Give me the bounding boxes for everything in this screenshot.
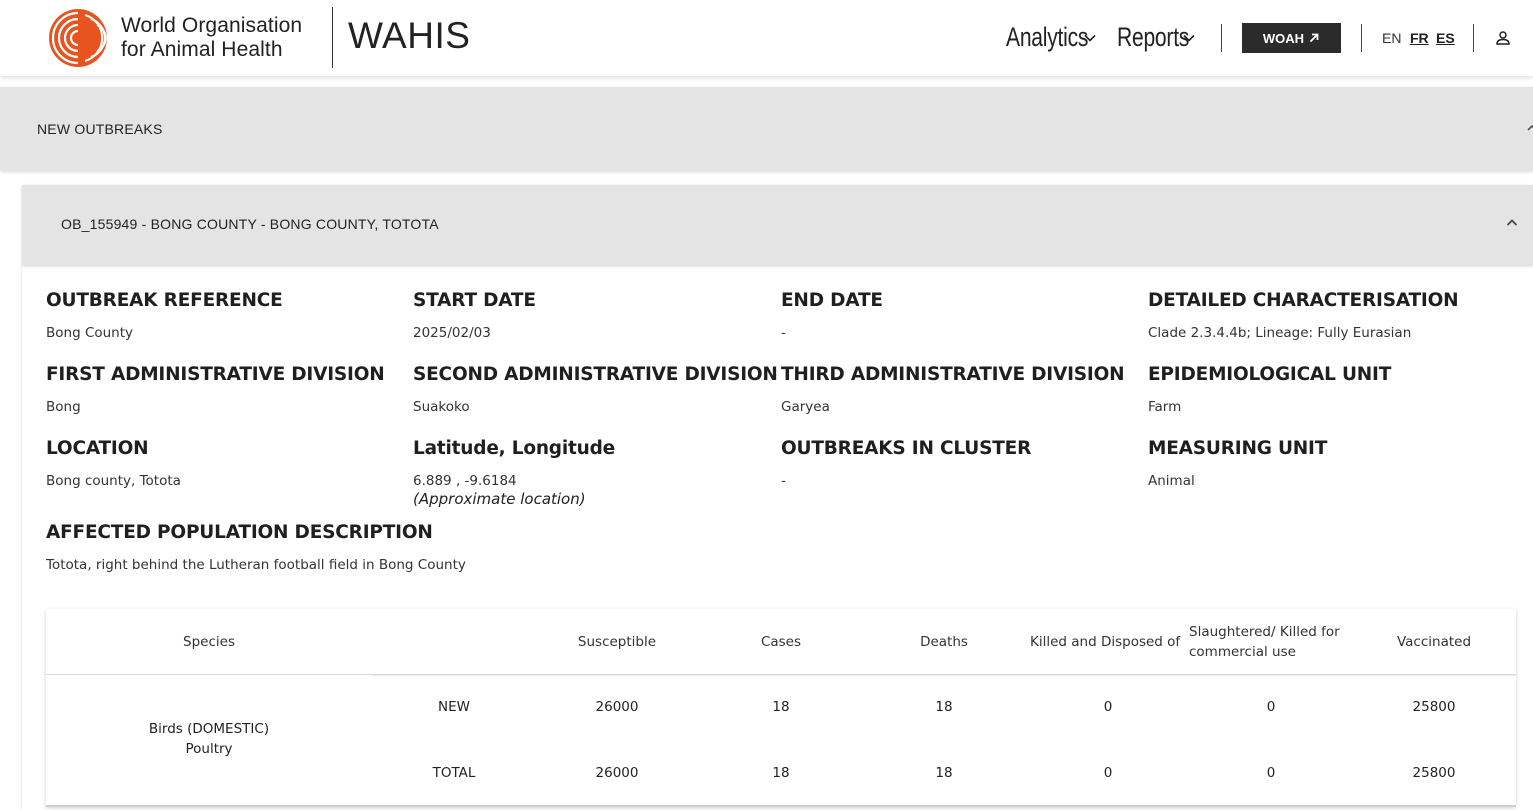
cell-deaths: 18: [935, 765, 953, 781]
col-susceptible: Susceptible: [577, 634, 657, 650]
affected-population-value: Totota, right behind the Lutheran footba…: [46, 557, 466, 573]
cell-cases: 18: [772, 699, 790, 715]
chevron-up-icon[interactable]: [1526, 122, 1533, 134]
nav-divider: [1361, 24, 1362, 52]
outbreak-panel-header[interactable]: OB_155949 - BONG COUNTY - BONG COUNTY, T…: [22, 185, 1533, 265]
epidemiological-unit-value: Farm: [1148, 399, 1182, 415]
outbreak-panel-title: OB_155949 - BONG COUNTY - BONG COUNTY, T…: [61, 216, 439, 232]
species-category: Poultry: [185, 741, 233, 757]
second-admin-division-label: SECOND ADMINISTRATIVE DIVISION: [413, 364, 778, 385]
nav-divider: [1221, 24, 1222, 52]
col-species: Species: [183, 634, 235, 650]
location-value: Bong county, Totota: [46, 473, 181, 489]
location-label: LOCATION: [46, 438, 149, 459]
chevron-down-icon[interactable]: [1083, 31, 1097, 45]
org-name-line2: for Animal Health: [121, 38, 283, 61]
cell-susceptible: 26000: [595, 699, 639, 715]
lat-long-value: 6.889 , -9.6184: [413, 473, 517, 489]
species-table: Species Susceptible Cases Deaths Killed …: [46, 609, 1516, 807]
chevron-down-icon[interactable]: [1182, 31, 1196, 45]
col-vaccinated: Vaccinated: [1396, 634, 1472, 650]
cell-vaccinated: 25800: [1412, 765, 1456, 781]
top-header: World Organisation for Animal Health WAH…: [0, 0, 1533, 76]
col-slaughtered: Slaughtered/ Killed for commercial use: [1189, 624, 1340, 660]
start-date-label: START DATE: [413, 290, 536, 311]
cell-deaths: 18: [935, 699, 953, 715]
woah-logo-icon[interactable]: [47, 7, 109, 69]
cell-susceptible: 26000: [595, 765, 639, 781]
outbreaks-in-cluster-label: OUTBREAKS IN CLUSTER: [781, 438, 1032, 459]
row-divider: [372, 675, 1516, 676]
second-admin-division-value: Suakoko: [413, 399, 470, 415]
first-admin-division-label: FIRST ADMINISTRATIVE DIVISION: [46, 364, 385, 385]
user-icon[interactable]: [1495, 30, 1511, 46]
detailed-characterisation-label: DETAILED CHARACTERISATION: [1148, 290, 1459, 311]
first-admin-division-value: Bong: [46, 399, 81, 415]
lat-long-label: Latitude, Longitude: [413, 438, 615, 459]
measuring-unit-label: MEASURING UNIT: [1148, 438, 1328, 459]
woah-button-label: WOAH: [1262, 30, 1305, 46]
detailed-characterisation-value: Clade 2.3.4.4b; Lineage: Fully Eurasian: [1148, 325, 1412, 341]
row-type-total: TOTAL: [432, 765, 476, 781]
measuring-unit-value: Animal: [1148, 473, 1195, 489]
external-link-icon: [1309, 33, 1319, 43]
nav-reports[interactable]: Reports: [1117, 22, 1189, 53]
approximate-location-note: (Approximate location): [413, 490, 586, 508]
col-deaths: Deaths: [920, 634, 968, 650]
third-admin-division-value: Garyea: [781, 399, 830, 415]
col-cases: Cases: [760, 634, 802, 650]
nav-analytics[interactable]: Analytics: [1006, 22, 1088, 53]
cell-slaughtered: 0: [1266, 699, 1276, 715]
species-name: Birds (DOMESTIC): [148, 721, 270, 737]
new-outbreaks-title: NEW OUTBREAKS: [37, 121, 163, 137]
row-type-new: NEW: [438, 699, 470, 715]
end-date-value: -: [781, 325, 786, 341]
table-header-row: Species Susceptible Cases Deaths Killed …: [46, 609, 1516, 675]
outbreak-reference-label: OUTBREAK REFERENCE: [46, 290, 283, 311]
lang-fr[interactable]: FR: [1410, 30, 1429, 46]
end-date-label: END DATE: [781, 290, 883, 311]
affected-population-label: AFFECTED POPULATION DESCRIPTION: [46, 522, 433, 543]
lang-en[interactable]: EN: [1382, 30, 1401, 46]
chevron-up-icon[interactable]: [1505, 216, 1519, 230]
cell-slaughtered: 0: [1266, 765, 1276, 781]
outbreaks-in-cluster-value: -: [781, 473, 786, 489]
col-killed-disposed: Killed and Disposed of: [1030, 634, 1181, 650]
woah-external-button[interactable]: WOAH: [1242, 23, 1341, 53]
org-name-line1: World Organisation: [121, 14, 303, 37]
start-date-value: 2025/02/03: [413, 325, 491, 341]
epidemiological-unit-label: EPIDEMIOLOGICAL UNIT: [1148, 364, 1392, 385]
cell-killed: 0: [1103, 699, 1113, 715]
new-outbreaks-panel[interactable]: NEW OUTBREAKS: [0, 87, 1533, 171]
cell-vaccinated: 25800: [1412, 699, 1456, 715]
cell-killed: 0: [1103, 765, 1113, 781]
lang-es[interactable]: ES: [1436, 30, 1455, 46]
third-admin-division-label: THIRD ADMINISTRATIVE DIVISION: [781, 364, 1125, 385]
logo-divider: [332, 7, 333, 68]
outbreak-reference-value: Bong County: [46, 325, 134, 341]
cell-cases: 18: [772, 765, 790, 781]
app-title[interactable]: WAHIS: [348, 15, 470, 57]
table-bottom-border: [46, 805, 1516, 807]
nav-divider: [1473, 24, 1474, 52]
